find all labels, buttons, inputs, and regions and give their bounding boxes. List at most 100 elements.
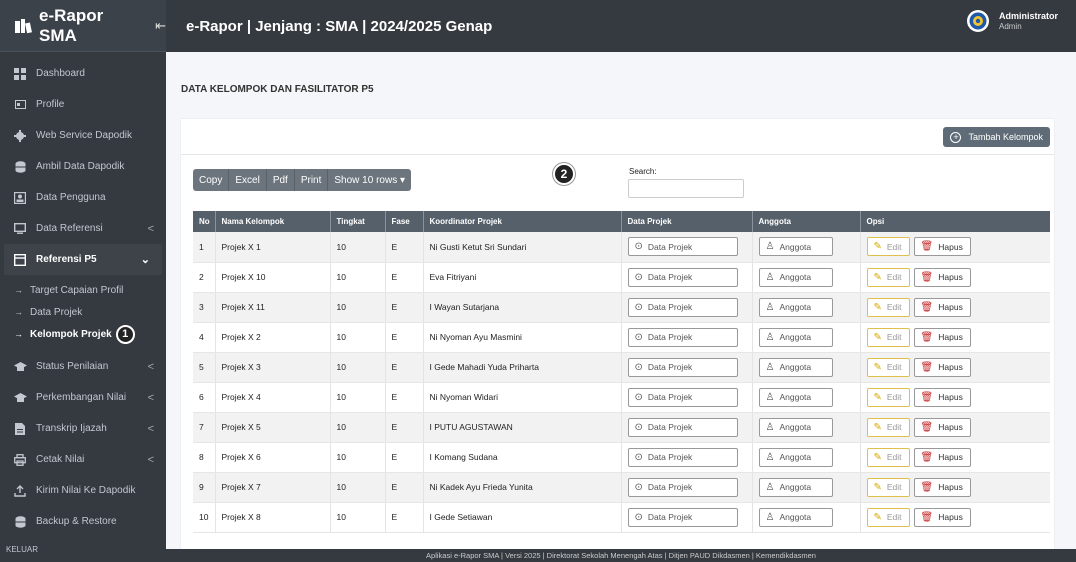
arrow-right-icon: → bbox=[14, 307, 23, 317]
delete-button[interactable]: 🗑 Hapus bbox=[913, 357, 971, 377]
anggota-button[interactable]: ♙ Anggota bbox=[758, 387, 833, 407]
anggota-button[interactable]: ♙ Anggota bbox=[758, 507, 833, 527]
brand[interactable]: e-Rapor SMA ⇤ bbox=[0, 0, 166, 52]
col-header-tingkat[interactable]: Tingkat bbox=[330, 211, 386, 232]
edit-button[interactable]: ✎ Edit bbox=[866, 447, 910, 467]
main-content: DATA KELOMPOK DAN FASILITATOR P5 + Tamba… bbox=[166, 52, 1076, 562]
edit-icon: ✎ bbox=[873, 451, 882, 463]
edit-button[interactable]: ✎ Edit bbox=[866, 297, 910, 317]
table-row: 6 Projek X 4 10 E Ni Nyoman Widari ⊙ Data Pr… bbox=[193, 382, 1050, 413]
anggota-button[interactable]: ♙ Anggota bbox=[758, 417, 833, 437]
cell-nama-kelompok: Projek X 6 bbox=[215, 442, 331, 473]
sidebar-collapse-icon[interactable]: ⇤ bbox=[155, 18, 166, 34]
delete-button[interactable]: 🗑 Hapus bbox=[913, 387, 971, 407]
anggota-label: Anggota bbox=[779, 302, 812, 312]
col-header-nama-kelompok[interactable]: Nama Kelompok bbox=[215, 211, 331, 232]
sidebar-item-perkembangan-nilai[interactable]: Perkembangan Nilai < bbox=[0, 382, 166, 413]
delete-button[interactable]: 🗑 Hapus bbox=[913, 417, 971, 437]
print-button[interactable]: Print bbox=[294, 169, 329, 191]
cell-data-projek: ⊙ Data Projek bbox=[621, 322, 753, 353]
add-group-label: Tambah Kelompok bbox=[968, 132, 1043, 142]
sidebar-subitem-target-capaian-profil[interactable]: → Target Capaian Profil bbox=[0, 279, 166, 301]
sidebar-item-referensi-p5[interactable]: Referensi P5 ⌄ bbox=[4, 244, 162, 275]
edit-button[interactable]: ✎ Edit bbox=[866, 267, 910, 287]
anggota-button[interactable]: ♙ Anggota bbox=[758, 267, 833, 287]
sidebar-item-profile[interactable]: Profile bbox=[0, 89, 166, 120]
add-group-button[interactable]: + Tambah Kelompok bbox=[943, 127, 1050, 147]
cell-koordinator: Ni Nyoman Ayu Masmini bbox=[423, 322, 622, 353]
delete-button[interactable]: 🗑 Hapus bbox=[913, 327, 971, 347]
delete-button[interactable]: 🗑 Hapus bbox=[913, 477, 971, 497]
anggota-button[interactable]: ♙ Anggota bbox=[758, 477, 833, 497]
file-icon bbox=[13, 422, 27, 436]
data-projek-button[interactable]: ⊙ Data Projek bbox=[627, 267, 738, 287]
delete-button[interactable]: 🗑 Hapus bbox=[913, 267, 971, 287]
cell-data-projek: ⊙ Data Projek bbox=[621, 412, 753, 443]
sidebar-item-transkrip-ijazah[interactable]: Transkrip Ijazah < bbox=[0, 413, 166, 444]
data-projek-button[interactable]: ⊙ Data Projek bbox=[627, 357, 738, 377]
anggota-button[interactable]: ♙ Anggota bbox=[758, 297, 833, 317]
delete-button[interactable]: 🗑 Hapus bbox=[913, 507, 971, 527]
edit-button[interactable]: ✎ Edit bbox=[866, 327, 910, 347]
search-input[interactable] bbox=[628, 179, 744, 198]
data-projek-button[interactable]: ⊙ Data Projek bbox=[627, 507, 738, 527]
cell-fase: E bbox=[385, 322, 424, 353]
delete-button[interactable]: 🗑 Hapus bbox=[913, 297, 971, 317]
excel-button[interactable]: Excel bbox=[229, 169, 267, 191]
sidebar-item-status-penilaian[interactable]: Status Penilaian < bbox=[0, 351, 166, 382]
user-info: Administrator Admin bbox=[999, 11, 1058, 32]
col-header-data-projek[interactable]: Data Projek bbox=[621, 211, 753, 232]
data-projek-button[interactable]: ⊙ Data Projek bbox=[627, 387, 738, 407]
col-header-koordinator[interactable]: Koordinator Projek bbox=[423, 211, 622, 232]
col-header-fase[interactable]: Fase bbox=[385, 211, 424, 232]
sidebar-subitem-label: Kelompok Projek bbox=[30, 328, 112, 340]
anggota-button[interactable]: ♙ Anggota bbox=[758, 447, 833, 467]
sidebar-item-web-service-dapodik[interactable]: Web Service Dapodik bbox=[0, 120, 166, 151]
edit-icon: ✎ bbox=[873, 301, 882, 313]
data-projek-button[interactable]: ⊙ Data Projek bbox=[627, 447, 738, 467]
col-header-no[interactable]: No bbox=[193, 211, 216, 232]
edit-button[interactable]: ✎ Edit bbox=[866, 507, 910, 527]
col-header-anggota[interactable]: Anggota bbox=[752, 211, 861, 232]
sidebar-item-cetak-nilai[interactable]: Cetak Nilai < bbox=[0, 444, 166, 475]
check-circle-icon: ⊙ bbox=[634, 451, 643, 463]
copy-button[interactable]: Copy bbox=[193, 169, 230, 191]
profile-icon bbox=[13, 98, 27, 112]
page-length-select[interactable]: Show 10 rows ▾ bbox=[328, 169, 411, 191]
col-header-opsi[interactable]: Opsi bbox=[860, 211, 1050, 232]
sidebar-item-ambil-data-dapodik[interactable]: Ambil Data Dapodik bbox=[0, 151, 166, 182]
sidebar-item-kirim-nilai-ke-dapodik[interactable]: Kirim Nilai Ke Dapodik bbox=[0, 475, 166, 506]
trash-icon: 🗑 bbox=[920, 451, 934, 463]
sidebar-item-backup-restore[interactable]: Backup & Restore bbox=[0, 506, 166, 537]
anggota-button[interactable]: ♙ Anggota bbox=[758, 357, 833, 377]
edit-button[interactable]: ✎ Edit bbox=[866, 477, 910, 497]
data-projek-button[interactable]: ⊙ Data Projek bbox=[627, 327, 738, 347]
delete-button[interactable]: 🗑 Hapus bbox=[913, 237, 971, 257]
user-menu[interactable]: Administrator Admin bbox=[966, 10, 1058, 32]
sidebar-item-data-referensi[interactable]: Data Referensi < bbox=[0, 213, 166, 244]
sidebar-item-data-pengguna[interactable]: Data Pengguna bbox=[0, 182, 166, 213]
data-projek-button[interactable]: ⊙ Data Projek bbox=[627, 477, 738, 497]
table-row: 7 Projek X 5 10 E I PUTU AGUSTAWAN ⊙ Data Pr… bbox=[193, 412, 1050, 443]
data-projek-button[interactable]: ⊙ Data Projek bbox=[627, 297, 738, 317]
anggota-button[interactable]: ♙ Anggota bbox=[758, 237, 833, 257]
cell-tingkat: 10 bbox=[330, 232, 386, 263]
arrow-right-icon: → bbox=[14, 329, 23, 339]
edit-button[interactable]: ✎ Edit bbox=[866, 387, 910, 407]
logout-link[interactable]: KELUAR bbox=[6, 545, 38, 554]
sidebar-item-dashboard[interactable]: Dashboard bbox=[0, 58, 166, 89]
check-circle-icon: ⊙ bbox=[634, 361, 643, 373]
data-projek-button[interactable]: ⊙ Data Projek bbox=[627, 417, 738, 437]
sidebar-subitem-data-projek[interactable]: → Data Projek bbox=[0, 301, 166, 323]
sidebar-subitem-label: Data Projek bbox=[30, 306, 83, 318]
cell-koordinator: I Wayan Sutarjana bbox=[423, 292, 622, 323]
edit-button[interactable]: ✎ Edit bbox=[866, 357, 910, 377]
edit-button[interactable]: ✎ Edit bbox=[866, 417, 910, 437]
edit-button[interactable]: ✎ Edit bbox=[866, 237, 910, 257]
sidebar-subitem-kelompok-projek[interactable]: → Kelompok Projek 1 bbox=[0, 323, 166, 345]
delete-button[interactable]: 🗑 Hapus bbox=[913, 447, 971, 467]
cell-tingkat: 10 bbox=[330, 322, 386, 353]
pdf-button[interactable]: Pdf bbox=[266, 169, 295, 191]
data-projek-button[interactable]: ⊙ Data Projek bbox=[627, 237, 738, 257]
anggota-button[interactable]: ♙ Anggota bbox=[758, 327, 833, 347]
